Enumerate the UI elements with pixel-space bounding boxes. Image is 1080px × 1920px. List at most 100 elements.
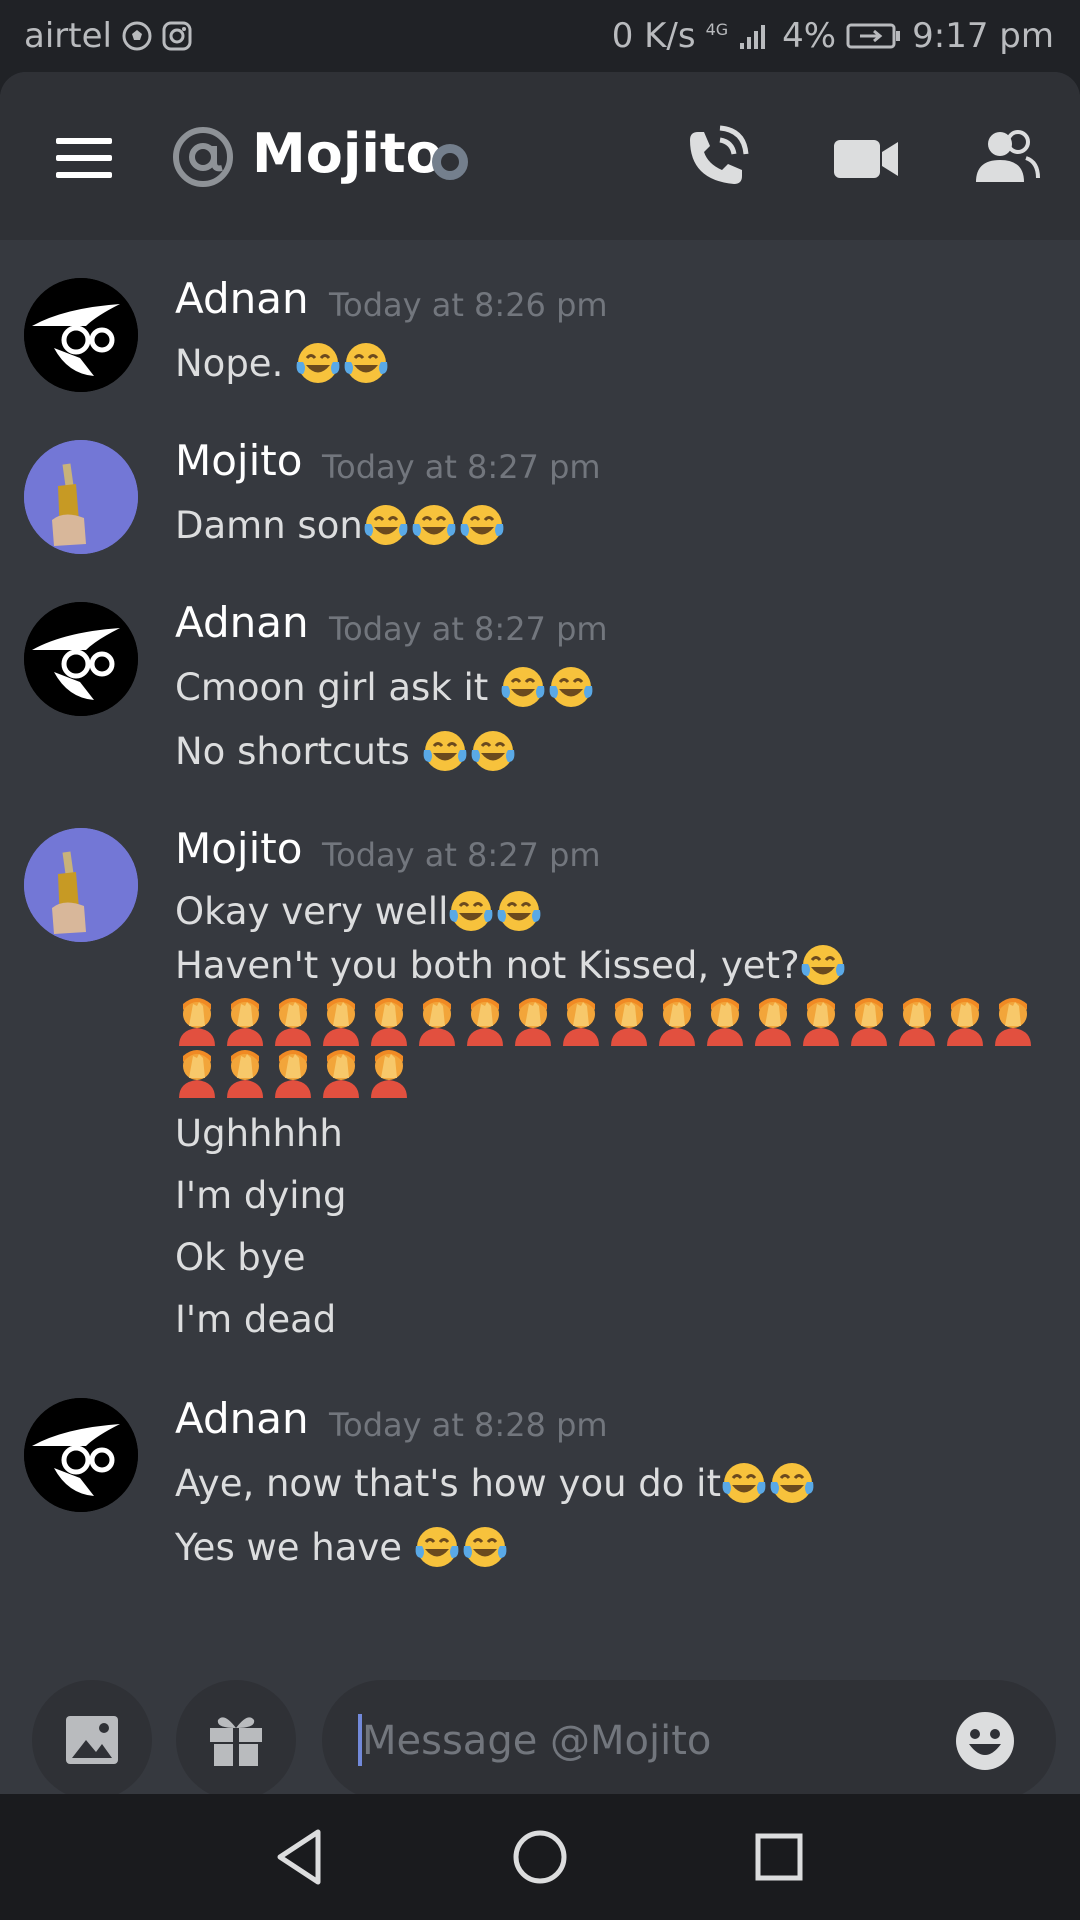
network-speed: 0 K/s: [611, 16, 696, 56]
message-timestamp: Today at 8:27 pm: [322, 448, 601, 486]
back-icon[interactable]: [268, 1824, 334, 1890]
message-timestamp: Today at 8:26 pm: [329, 286, 608, 324]
message-text: I'm dead: [175, 1298, 337, 1341]
video-icon[interactable]: [830, 122, 902, 194]
message-text: Ughhhhh: [175, 1112, 343, 1155]
facepalm-emoji-icon: [755, 998, 791, 1046]
spy-hat-avatar[interactable]: [24, 278, 138, 392]
bottle-avatar[interactable]: [24, 440, 138, 554]
laugh-cry-emoji-icon: [801, 945, 845, 985]
emoji-picker-icon[interactable]: [954, 1710, 1016, 1772]
laugh-cry-emoji-icon: [463, 1527, 507, 1567]
message-author[interactable]: Adnan: [175, 1394, 309, 1443]
message-text: Yes we have: [175, 1526, 414, 1569]
facepalm-emoji-icon: [515, 998, 551, 1046]
network-type: 4G: [705, 19, 729, 39]
facepalm-emoji-icon: [227, 998, 263, 1046]
message-input[interactable]: Message @Mojito: [322, 1680, 1056, 1794]
message-list: Adnan Today at 8:26 pm Nope. Mojito Toda…: [0, 240, 1080, 1680]
clock: 9:17 pm: [912, 16, 1054, 56]
message-timestamp: Today at 8:27 pm: [329, 610, 608, 648]
laugh-cry-emoji-icon: [770, 1463, 814, 1503]
image-icon: [66, 1716, 118, 1764]
gift-button[interactable]: [176, 1680, 296, 1794]
message-line: Ughhhhh: [175, 1112, 343, 1155]
facepalm-emoji-icon: [323, 1050, 359, 1098]
message-placeholder: Message @Mojito: [362, 1718, 712, 1764]
members-icon[interactable]: [970, 122, 1042, 194]
facepalm-emoji-icon: [467, 998, 503, 1046]
facepalm-emoji-icon: [275, 998, 311, 1046]
facepalm-row: [175, 996, 1039, 1046]
laugh-cry-emoji-icon: [449, 891, 493, 931]
facepalm-emoji-icon: [803, 998, 839, 1046]
facepalm-emoji-icon: [323, 998, 359, 1046]
football-icon: [122, 21, 152, 51]
message-text: Haven't you both not Kissed, yet?: [175, 944, 800, 987]
facepalm-emoji-icon: [371, 998, 407, 1046]
android-nav-bar: [0, 1794, 1080, 1920]
message-line: Nope.: [175, 340, 391, 386]
spy-hat-avatar[interactable]: [24, 1398, 138, 1512]
signal-icon: [740, 25, 766, 49]
laugh-cry-emoji-icon: [501, 667, 545, 707]
chat-app: Mojito Adnan Today at 8:26 pm Nope. Moji…: [0, 72, 1080, 1794]
facepalm-emoji-icon: [227, 1050, 263, 1098]
facepalm-emoji-icon: [707, 998, 743, 1046]
message-timestamp: Today at 8:28 pm: [329, 1406, 608, 1444]
facepalm-emoji-icon: [179, 998, 215, 1046]
facepalm-emoji-icon: [179, 1050, 215, 1098]
battery-percent: 4%: [782, 16, 837, 56]
message-line: Cmoon girl ask it: [175, 664, 596, 710]
facepalm-emoji-icon: [419, 998, 455, 1046]
spy-hat-avatar[interactable]: [24, 602, 138, 716]
battery-icon: [846, 23, 901, 49]
facepalm-emoji-icon: [371, 1050, 407, 1098]
laugh-cry-emoji-icon: [549, 667, 593, 707]
message-text: I'm dying: [175, 1174, 347, 1217]
channel-title: Mojito: [252, 122, 443, 185]
laugh-cry-emoji-icon: [722, 1463, 766, 1503]
message-text: Damn son: [175, 504, 363, 547]
attach-image-button[interactable]: [32, 1680, 152, 1794]
message-line: Aye, now that's how you do it: [175, 1460, 817, 1506]
message-timestamp: Today at 8:27 pm: [322, 836, 601, 874]
status-bar: airtel 0 K/s 4G 4% 9:17 pm: [0, 0, 1080, 72]
laugh-cry-emoji-icon: [344, 343, 388, 383]
message-line: Ok bye: [175, 1236, 305, 1279]
call-icon[interactable]: [680, 122, 752, 194]
message-text: Aye, now that's how you do it: [175, 1462, 721, 1505]
laugh-cry-emoji-icon: [364, 505, 408, 545]
facepalm-emoji-icon: [275, 1050, 311, 1098]
message-line: Haven't you both not Kissed, yet?: [175, 942, 848, 988]
laugh-cry-emoji-icon: [471, 731, 514, 771]
status-indicator: [432, 144, 468, 180]
home-icon[interactable]: [507, 1824, 573, 1890]
message-author[interactable]: Mojito: [175, 436, 302, 485]
message-line: Okay very well: [175, 888, 544, 934]
message-author[interactable]: Mojito: [175, 824, 302, 873]
message-text: No shortcuts: [175, 730, 422, 773]
message-author[interactable]: Adnan: [175, 598, 309, 647]
message-composer: Message @Mojito: [0, 1680, 1080, 1794]
message-text: Okay very well: [175, 890, 449, 933]
laugh-cry-emoji-icon: [296, 343, 340, 383]
message-text: Nope.: [175, 342, 296, 385]
facepalm-emoji-icon: [995, 998, 1031, 1046]
message-line: I'm dying: [175, 1174, 347, 1217]
message-author[interactable]: Adnan: [175, 274, 309, 323]
bottle-avatar[interactable]: [24, 828, 138, 942]
laugh-cry-emoji-icon: [497, 891, 541, 931]
facepalm-row: [175, 1048, 415, 1098]
facepalm-emoji-icon: [899, 998, 935, 1046]
menu-icon[interactable]: [56, 138, 112, 178]
message-text: Ok bye: [175, 1236, 306, 1279]
message-line: Damn son: [175, 502, 507, 548]
gift-icon: [210, 1717, 262, 1766]
laugh-cry-emoji-icon: [460, 505, 504, 545]
recents-icon[interactable]: [746, 1824, 812, 1890]
facepalm-emoji-icon: [851, 998, 887, 1046]
carrier-label: airtel: [24, 16, 112, 56]
facepalm-emoji-icon: [611, 998, 647, 1046]
instagram-icon: [162, 21, 192, 51]
